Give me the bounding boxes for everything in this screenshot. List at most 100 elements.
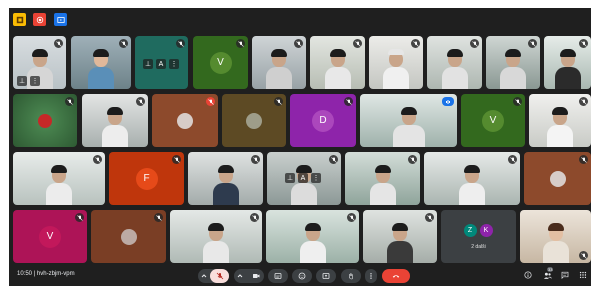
participant-video [291,165,317,205]
record-icon[interactable] [33,13,46,26]
mic-muted-icon [513,97,522,106]
other-participants-avatars: Z K [463,224,493,237]
reactions-button[interactable] [292,269,312,283]
info-icon [524,271,532,279]
present-button[interactable] [316,269,336,283]
chat-icon [561,271,569,279]
profile-picture [246,112,262,129]
tile-controls: ⊥ ⋮ [17,76,40,86]
participant-tile[interactable] [520,210,591,263]
participant-video [383,49,409,89]
mic-toggle-button[interactable] [210,269,229,283]
activities-button[interactable] [578,270,588,280]
camera-toggle-button[interactable] [247,269,264,283]
mic-muted-icon [93,155,102,164]
participant-tile[interactable]: ⊥ A ⋮ [135,36,188,89]
participant-tile[interactable] [13,94,77,147]
participant-video [387,223,413,263]
participant-tile[interactable] [345,152,420,205]
avatar: V [209,51,232,74]
participant-tile[interactable] [486,36,540,89]
mic-muted-icon [579,97,588,106]
participant-tile[interactable] [222,94,286,147]
participant-tile[interactable] [13,152,105,205]
present-icon[interactable] [54,13,67,26]
participant-video [369,165,396,205]
participant-tile[interactable] [152,94,218,147]
spotlight-icon[interactable]: A [298,173,308,183]
participant-tile[interactable] [188,152,263,205]
participant-tile[interactable] [91,210,166,263]
participant-tile[interactable]: V [461,94,525,147]
more-icon[interactable]: ⋮ [30,76,40,86]
spotlight-icon[interactable]: A [156,59,166,69]
pin-icon[interactable]: ⊥ [285,173,295,183]
emoji-icon [298,272,306,280]
avatar: F [135,167,158,190]
participant-tile[interactable]: V [193,36,248,89]
pin-icon[interactable]: ⊥ [143,59,153,69]
participant-tile[interactable]: D [290,94,356,147]
top-bar [9,8,591,32]
apps-grid-icon [579,271,587,279]
mic-muted-icon [250,213,259,222]
participant-video [441,49,468,89]
raise-hand-button[interactable] [341,269,361,283]
participant-tile[interactable]: ⊥ A ⋮ [267,152,341,205]
grid-row-4: V Z K 2 dalši [13,210,591,263]
camera-icon [252,274,259,278]
bottom-bar: 10:50 | hvh-zbjm-vpm 33 [9,266,591,286]
participant-tile[interactable] [310,36,365,89]
participant-video [88,49,114,89]
grid-row-2: D V [13,94,591,147]
participant-tile[interactable] [360,94,457,147]
participant-tile[interactable] [544,36,591,89]
chat-button[interactable] [560,270,570,280]
mic-muted-icon [206,97,215,106]
mic-muted-icon [344,97,353,106]
participant-video [212,165,239,205]
more-options-button[interactable] [365,269,377,283]
camera-options-button[interactable] [234,269,245,283]
participant-video [203,223,229,263]
more-icon[interactable]: ⋮ [169,59,179,69]
participant-tile[interactable]: F [109,152,184,205]
participant-tile[interactable] [252,36,306,89]
camera-control [234,269,264,283]
participant-tile[interactable]: V [13,210,87,263]
leave-call-button[interactable] [382,269,410,283]
participant-tile[interactable] [424,152,520,205]
avatar: V [39,225,61,248]
more-vert-icon [370,273,372,279]
more-icon[interactable]: ⋮ [311,173,321,183]
mic-muted-icon [154,213,163,222]
participant-tile[interactable] [82,94,148,147]
mic-muted-icon [411,39,420,48]
call-end-icon [392,275,400,278]
microphone-control [198,269,229,283]
participant-count-badge: 33 [547,267,554,272]
participant-tile[interactable]: ⊥ ⋮ [13,36,66,89]
mic-muted-icon [236,39,245,48]
captions-icon [274,273,282,279]
participant-tile[interactable] [369,36,423,89]
participant-tile[interactable] [529,94,591,147]
participant-tile[interactable] [71,36,131,89]
tile-controls: ⊥ A ⋮ [285,173,321,183]
participant-tile[interactable] [524,152,591,205]
mic-options-button[interactable] [198,269,210,283]
mic-muted-icon [274,97,283,106]
meeting-time: 10:50 [17,271,33,277]
participant-tile[interactable] [266,210,359,263]
participant-tile[interactable] [363,210,437,263]
captions-button[interactable] [268,269,288,283]
participant-video [102,107,128,147]
activities-icon[interactable] [13,13,26,26]
profile-picture [549,170,566,187]
other-participants-tile[interactable]: Z K 2 dalši [441,210,516,263]
participant-tile[interactable] [427,36,482,89]
pin-icon[interactable]: ⊥ [17,76,27,86]
participant-tile[interactable] [170,210,262,263]
avatar: D [312,109,334,132]
meeting-details-button[interactable] [523,270,533,280]
